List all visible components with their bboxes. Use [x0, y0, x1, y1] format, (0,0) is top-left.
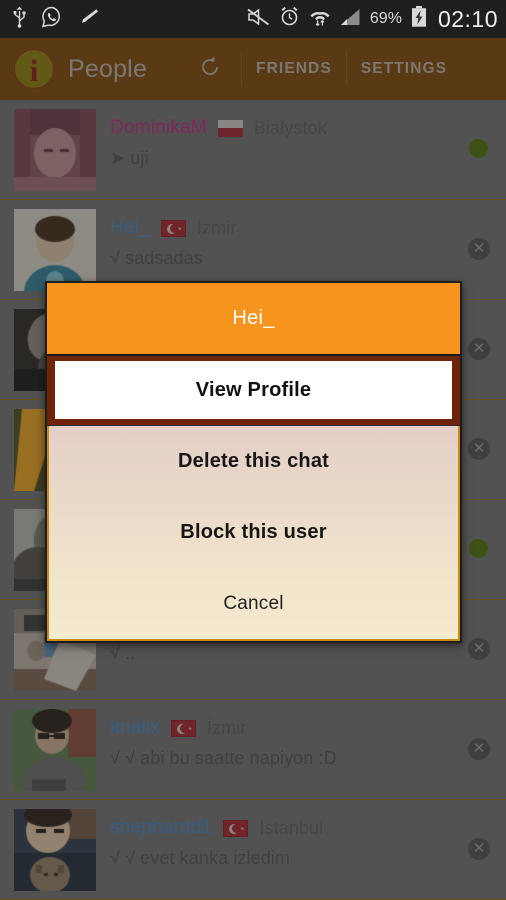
remove-chat-button[interactable]: ✕ — [468, 438, 490, 460]
status-bar: 69% 02:10 — [0, 0, 506, 38]
online-dot-icon — [469, 539, 488, 558]
chat-item-message: √ √ evet kanka izledim — [110, 848, 291, 868]
battery-charging-icon — [411, 6, 427, 32]
status-bar-right-icons: 69% 02:10 — [247, 6, 498, 33]
dialog-item-block-this-user[interactable]: Block this user — [49, 497, 458, 568]
appbar-divider-1 — [241, 52, 243, 86]
page-title: People — [68, 54, 148, 83]
usb-icon — [12, 6, 27, 33]
chat-item-message: √ √ abi bu saatte napiyon :D — [110, 748, 337, 768]
app-bar: i People FRIENDS SETTINGS — [0, 38, 506, 100]
online-indicator — [468, 138, 490, 160]
chat-item-body: krialix İzmir √ √ abi bu saatte napiyon :D — [110, 710, 506, 769]
chat-item-city: Białystok — [253, 117, 327, 138]
chat-item-body: Hei_ İzmir √ sadsadas — [110, 210, 506, 269]
chat-item-header: shephardd1 İstanbul — [110, 817, 506, 839]
dialog-item-label: Block this user — [180, 521, 327, 543]
chat-item-username[interactable]: DominikaM — [110, 117, 207, 139]
remove-chat-button[interactable]: ✕ — [468, 738, 490, 760]
close-glyph: ✕ — [472, 740, 486, 757]
dialog-item-label: View Profile — [195, 378, 312, 401]
close-glyph: ✕ — [472, 840, 486, 857]
chat-item-message: ➤ uji — [110, 148, 149, 168]
alarm-icon — [279, 6, 300, 32]
close-icon[interactable]: ✕ — [468, 838, 490, 860]
chat-item-body: shephardd1 İstanbul √ √ evet kanka izledim — [110, 810, 506, 869]
battery-percent-label: 69% — [369, 10, 402, 27]
close-glyph: ✕ — [472, 340, 486, 357]
chat-item-body: DominikaM Białystok ➤ uji — [110, 110, 506, 169]
online-indicator — [468, 538, 490, 560]
close-icon[interactable]: ✕ — [468, 338, 490, 360]
dialog-body: Delete this chat Block this user Cancel — [47, 426, 460, 641]
flag-icon-pl — [217, 119, 243, 137]
app-logo-icon: i — [14, 49, 54, 89]
avatar[interactable] — [14, 109, 96, 191]
dialog-item-delete-this-chat[interactable]: Delete this chat — [49, 426, 458, 497]
close-glyph: ✕ — [472, 640, 486, 657]
close-glyph: ✕ — [472, 440, 486, 457]
flag-icon-tr — [160, 219, 186, 237]
online-dot-icon — [469, 139, 488, 158]
tab-settings[interactable]: SETTINGS — [361, 60, 447, 78]
context-dialog: Hei_ View Profile Delete this chat Block … — [45, 281, 462, 643]
dialog-item-label: Cancel — [223, 592, 284, 614]
dialog-item-cancel[interactable]: Cancel — [49, 568, 458, 639]
avatar[interactable] — [14, 809, 96, 891]
tab-friends[interactable]: FRIENDS — [256, 60, 332, 78]
chat-item-message: √ .. — [110, 643, 136, 663]
chat-item-city: İzmir — [196, 217, 237, 238]
chat-item-username[interactable]: shephardd1 — [110, 817, 212, 839]
app-logo-letter: i — [29, 52, 39, 88]
remove-chat-button[interactable]: ✕ — [468, 838, 490, 860]
chat-list-item[interactable]: krialix İzmir √ √ abi bu saatte napiyon :D… — [0, 700, 506, 800]
refresh-icon — [198, 55, 222, 84]
chat-list-item[interactable]: DominikaM Białystok ➤ uji — [0, 100, 506, 200]
remove-chat-button[interactable]: ✕ — [468, 638, 490, 660]
flag-icon-tr — [223, 819, 249, 837]
remove-chat-button[interactable]: ✕ — [468, 238, 490, 260]
whatsapp-icon — [41, 6, 63, 33]
close-glyph: ✕ — [472, 240, 486, 257]
dialog-header: Hei_ — [47, 283, 460, 356]
dialog-item-label: Delete this chat — [177, 450, 330, 472]
close-icon[interactable]: ✕ — [468, 238, 490, 260]
chat-item-username[interactable]: Hei_ — [110, 217, 150, 239]
refresh-button[interactable] — [193, 55, 227, 84]
avatar[interactable] — [14, 209, 96, 291]
wifi-icon — [309, 6, 331, 32]
chat-item-city: İstanbul — [259, 817, 324, 838]
remove-chat-button[interactable]: ✕ — [468, 338, 490, 360]
close-icon[interactable]: ✕ — [468, 638, 490, 660]
close-icon[interactable]: ✕ — [468, 438, 490, 460]
dialog-title: Hei_ — [232, 307, 275, 329]
appbar-divider-2 — [345, 52, 347, 86]
clock-label: 02:10 — [437, 5, 498, 32]
flag-icon-tr — [170, 719, 196, 737]
mute-icon — [247, 7, 270, 32]
chat-item-message: √ sadsadas — [110, 248, 203, 268]
chat-item-city: İzmir — [206, 717, 247, 738]
dialog-item-view-profile[interactable]: View Profile — [55, 361, 452, 419]
status-bar-left-icons — [12, 6, 99, 33]
chat-item-header: krialix İzmir — [110, 717, 506, 739]
close-icon[interactable]: ✕ — [468, 738, 490, 760]
avatar[interactable] — [14, 709, 96, 791]
chat-item-header: DominikaM Białystok — [110, 117, 506, 139]
chat-item-username[interactable]: krialix — [110, 717, 160, 739]
dialog-primary-wrap: View Profile — [47, 356, 460, 426]
chat-list-item[interactable]: shephardd1 İstanbul √ √ evet kanka izledim… — [0, 800, 506, 900]
chat-item-header: Hei_ İzmir — [110, 217, 506, 239]
pencil-icon — [77, 7, 99, 32]
signal-icon — [340, 7, 361, 31]
